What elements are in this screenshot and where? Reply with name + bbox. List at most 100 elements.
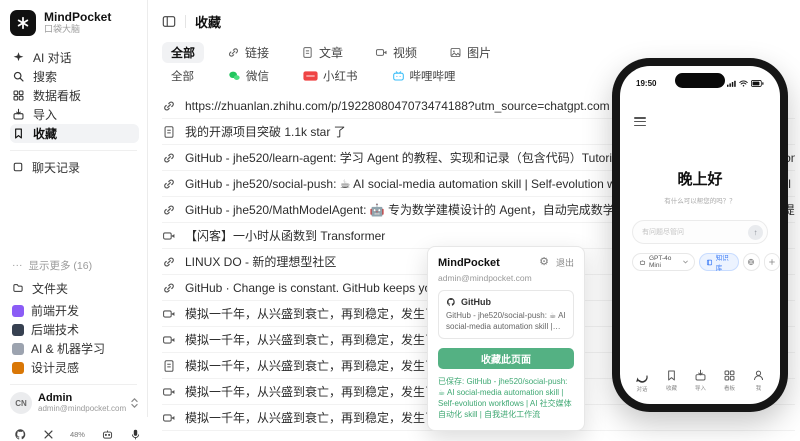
chat-square-icon: [12, 161, 24, 173]
plus-icon: [768, 258, 776, 266]
doc-icon: [301, 46, 314, 59]
folder-item[interactable]: 前端开发: [10, 301, 147, 320]
folder-label: 后端技术: [31, 321, 79, 338]
question-input[interactable]: 有问题尽管问 ↑: [632, 220, 768, 244]
sidebar-item-ai-chat[interactable]: AI 对话: [10, 48, 139, 67]
greeting-title: 晚上好: [620, 168, 780, 189]
tab-all-sources[interactable]: 全部: [162, 66, 203, 86]
github-icon: [446, 297, 456, 307]
folder-item[interactable]: AI & 机器学习: [10, 339, 147, 358]
globe-icon: [747, 258, 755, 266]
app-subtitle: 口袋大脑: [44, 24, 111, 35]
grid-icon: [12, 89, 25, 102]
account-name: Admin: [38, 392, 124, 404]
gear-icon[interactable]: ⚙: [539, 257, 549, 268]
status-time: 19:50: [636, 79, 656, 88]
video-icon: [162, 229, 176, 243]
chat-history-item[interactable]: [10, 236, 147, 256]
tab-videos[interactable]: 视频: [366, 42, 426, 63]
tab-all-types[interactable]: 全部: [162, 42, 204, 63]
zoom-badge[interactable]: 48%: [70, 430, 85, 439]
tab-dashboard[interactable]: 看板: [723, 369, 736, 393]
tab-chat[interactable]: 对话: [635, 369, 649, 393]
tab-import[interactable]: 导入: [694, 369, 707, 393]
tab-me[interactable]: 我: [752, 369, 765, 393]
greeting-subtitle: 有什么可以帮您的吗？？: [620, 195, 780, 205]
import-icon: [694, 369, 707, 382]
item-title: 我的开源项目突破 1.1k star 了: [185, 123, 346, 140]
folder-color-icon: [12, 305, 24, 317]
search-icon: [12, 70, 25, 83]
account-switcher[interactable]: CN Admin admin@mindpocket.com: [10, 392, 139, 414]
chat-history-item[interactable]: [10, 176, 147, 196]
folder-icon: [12, 282, 24, 294]
tab-wechat[interactable]: 微信: [219, 66, 278, 86]
video-icon: [162, 385, 176, 399]
sidebar-item-favorites[interactable]: 收藏: [10, 124, 139, 143]
sidebar-item-dashboard[interactable]: 数据看板: [10, 86, 139, 105]
popup-title: MindPocket: [438, 257, 500, 269]
github-icon[interactable]: [14, 428, 27, 441]
app-title: MindPocket: [44, 11, 111, 24]
link-icon: [162, 177, 176, 191]
divider: [10, 384, 137, 385]
tab-favorites[interactable]: 收藏: [665, 369, 678, 393]
tab-links[interactable]: 链接: [218, 42, 278, 63]
chat-history-item[interactable]: [10, 216, 147, 236]
mic-icon[interactable]: [130, 428, 141, 441]
tab-xiaohongshu[interactable]: 小红书: [294, 66, 367, 86]
tab-label: 链接: [245, 44, 269, 61]
sidebar-item-search[interactable]: 搜索: [10, 67, 139, 86]
sidebar-toggle-icon[interactable]: [162, 15, 176, 28]
extension-popup: MindPocket ⚙ 退出 admin@mindpocket.com Git…: [427, 246, 585, 431]
bilibili-icon: [392, 70, 405, 82]
video-icon: [162, 333, 176, 347]
tab-label: 导入: [695, 384, 706, 392]
robot-icon[interactable]: [101, 428, 114, 441]
tab-bilibili[interactable]: 哔哩哔哩: [383, 66, 465, 86]
folder-color-icon: [12, 343, 24, 355]
logout-button[interactable]: 退出: [556, 256, 574, 269]
sparkle-icon: [12, 51, 25, 64]
phone-mockup: 19:50 晚上好 有什么可以帮您的吗？？ 有问题尽管问 ↑ GPT-4o Mi…: [612, 58, 788, 412]
divider: [185, 15, 186, 28]
item-title: 模拟一千年，从兴盛到衰亡，再到稳定，发生了什么?: [185, 409, 468, 426]
tab-label: 哔哩哔哩: [410, 68, 456, 84]
ellipsis-icon: ···: [12, 259, 23, 271]
phone-screen: 19:50 晚上好 有什么可以帮您的吗？？ 有问题尽管问 ↑ GPT-4o Mi…: [620, 66, 780, 404]
bookmark-icon: [12, 127, 25, 140]
nav-label: AI 对话: [33, 49, 72, 66]
folder-item[interactable]: 后端技术: [10, 320, 147, 339]
section-label: 文件夹: [32, 280, 68, 297]
model-selector-chip[interactable]: GPT-4o Mini: [632, 253, 695, 271]
folder-label: 前端开发: [31, 302, 79, 319]
signal-icon: [727, 80, 736, 87]
nav-label: 数据看板: [33, 87, 81, 104]
knowledge-base-chip[interactable]: 知识库: [699, 253, 740, 271]
folder-item[interactable]: 设计灵感: [10, 358, 147, 377]
greeting-block: 晚上好 有什么可以帮您的吗？？: [620, 168, 780, 205]
show-more-label: 显示更多 (16): [29, 258, 93, 273]
folder-label: 设计灵感: [31, 359, 79, 376]
send-button[interactable]: ↑: [748, 225, 763, 240]
chat-history-section[interactable]: 聊天记录: [10, 158, 147, 176]
folder-color-icon: [12, 324, 24, 336]
folders-section[interactable]: 文件夹: [10, 279, 147, 297]
chat-history-item[interactable]: [10, 196, 147, 216]
add-chip[interactable]: [764, 253, 780, 271]
hamburger-menu-icon[interactable]: [634, 115, 646, 128]
save-page-button[interactable]: 收藏此页面: [438, 348, 574, 369]
input-placeholder: 有问题尽管问: [642, 227, 748, 237]
bookmark-icon: [665, 369, 678, 382]
sidebar-item-import[interactable]: 导入: [10, 105, 139, 124]
tab-articles[interactable]: 文章: [292, 42, 352, 63]
show-more-button[interactable]: ··· 显示更多 (16): [10, 256, 147, 274]
item-title: https://zhuanlan.zhihu.com/p/19228080470…: [185, 99, 610, 113]
knowledge-label: 知识库: [716, 252, 733, 272]
tab-images[interactable]: 图片: [440, 42, 500, 63]
x-icon[interactable]: [43, 429, 54, 440]
link-icon: [162, 203, 176, 217]
globe-chip[interactable]: [743, 253, 759, 271]
popup-email: admin@mindpocket.com: [438, 273, 574, 283]
item-title: LINUX DO - 新的理想型社区: [185, 253, 336, 270]
